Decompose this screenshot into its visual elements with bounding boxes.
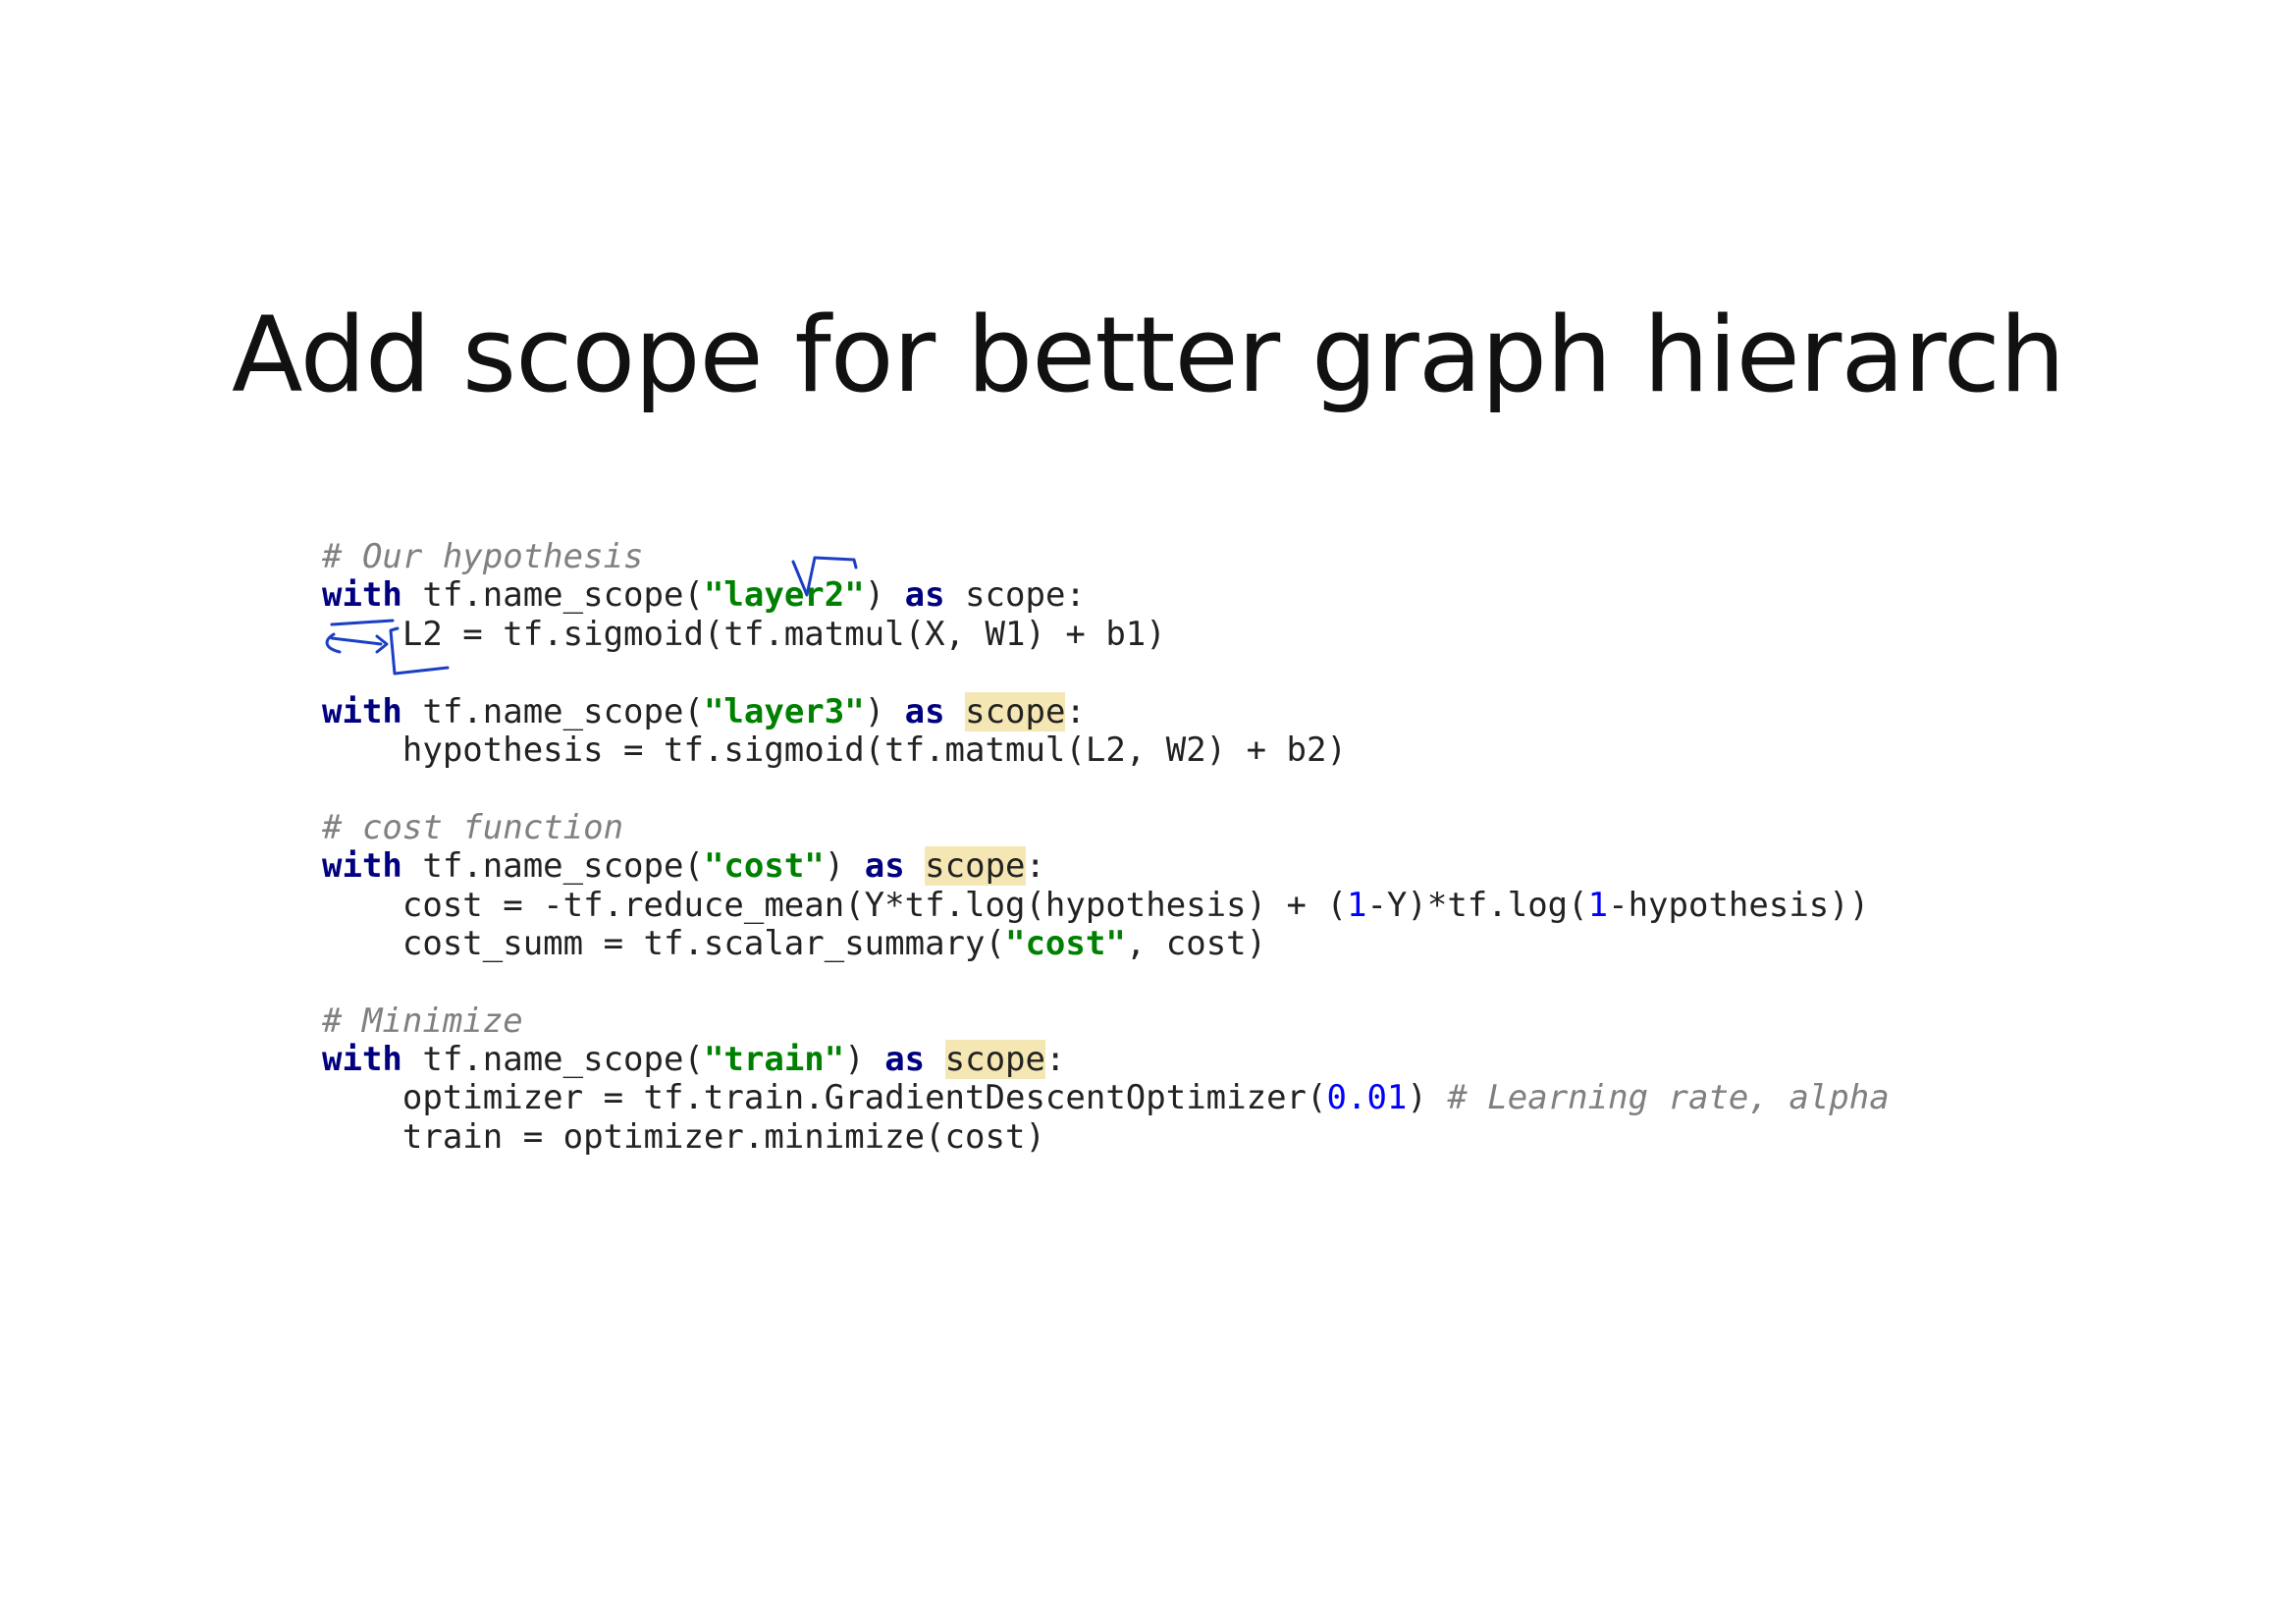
code-token: : — [1044, 1040, 1066, 1080]
code-line: with tf.name_scope("train") as scope: — [322, 1040, 1890, 1080]
code-token: # Learning rate, alpha — [1447, 1078, 1890, 1118]
code-token: tf.name_scope( — [401, 575, 704, 616]
code-line: # Minimize — [322, 1001, 1890, 1041]
code-token: "cost" — [1004, 923, 1126, 963]
code-token: with — [322, 575, 402, 616]
code-token: -hypothesis)) — [1608, 885, 1870, 925]
code-token: with — [322, 691, 402, 731]
code-token: as — [864, 846, 905, 887]
code-token: "layer3" — [703, 691, 865, 731]
code-token: hypothesis = tf.sigmoid(tf.matmul(L2, W2… — [322, 730, 1347, 770]
code-token: as — [904, 691, 945, 731]
code-token: "train" — [703, 1040, 845, 1080]
code-token: optimizer = tf.train.GradientDescentOpti… — [322, 1078, 1327, 1118]
code-token: L2 = tf.sigmoid(tf.matmul(X, W1) + b1) — [322, 614, 1166, 654]
code-token: train = optimizer.minimize(cost) — [322, 1116, 1045, 1157]
code-token: as — [884, 1040, 926, 1080]
code-token: # Our hypothesis — [322, 537, 644, 576]
code-token: with — [322, 846, 402, 887]
code-line: hypothesis = tf.sigmoid(tf.matmul(L2, W2… — [322, 731, 1890, 770]
code-token: tf.name_scope( — [401, 1040, 704, 1080]
code-line: with tf.name_scope("layer2") as scope: — [322, 576, 1890, 615]
code-token: ) — [1407, 1078, 1448, 1118]
code-token: as — [904, 575, 945, 616]
code-token: cost_summ = tf.scalar_summary( — [322, 923, 1005, 963]
code-token: scope: — [944, 575, 1086, 616]
code-line: with tf.name_scope("cost") as scope: — [322, 846, 1890, 887]
code-line: cost_summ = tf.scalar_summary("cost", co… — [322, 923, 1890, 963]
code-token: scope — [965, 691, 1066, 731]
code-token: with — [322, 1040, 402, 1080]
code-token: tf.name_scope( — [401, 691, 704, 731]
code-token: : — [1025, 846, 1045, 887]
code-token: : — [1065, 691, 1086, 731]
code-line: cost = -tf.reduce_mean(Y*tf.log(hypothes… — [322, 885, 1890, 925]
code-token: ) — [824, 846, 865, 887]
slide-title: Add scope for better graph hierarch — [231, 295, 2065, 415]
code-token: , cost) — [1125, 923, 1267, 963]
code-token: 1 — [1346, 885, 1367, 925]
code-token: # Minimize — [322, 1001, 523, 1041]
code-block: # Our hypothesis with tf.name_scope("laye… — [322, 537, 1890, 1157]
code-token: -Y)*tf.log( — [1366, 885, 1588, 925]
code-token: scope — [944, 1040, 1045, 1080]
code-token: "layer2" — [703, 575, 865, 616]
code-token: tf.name_scope( — [401, 846, 704, 887]
code-token: ) — [844, 1040, 885, 1080]
code-line: train = optimizer.minimize(cost) — [322, 1116, 1890, 1157]
code-line: L2 = tf.sigmoid(tf.matmul(X, W1) + b1) — [322, 614, 1890, 654]
code-token: 1 — [1587, 885, 1609, 925]
code-token: ) — [864, 575, 905, 616]
code-line: # Our hypothesis — [322, 537, 1890, 576]
code-token: "cost" — [703, 846, 825, 887]
code-line: optimizer = tf.train.GradientDescentOpti… — [322, 1079, 1890, 1117]
code-line: with tf.name_scope("layer3") as scope: — [322, 691, 1890, 731]
code-token: scope — [925, 846, 1026, 887]
code-token: 0.01 — [1326, 1078, 1408, 1118]
code-token: # cost function — [322, 807, 624, 847]
code-token: cost = -tf.reduce_mean(Y*tf.log(hypothes… — [322, 885, 1347, 925]
code-token: ) — [864, 691, 905, 731]
code-line: # cost function — [322, 807, 1890, 847]
